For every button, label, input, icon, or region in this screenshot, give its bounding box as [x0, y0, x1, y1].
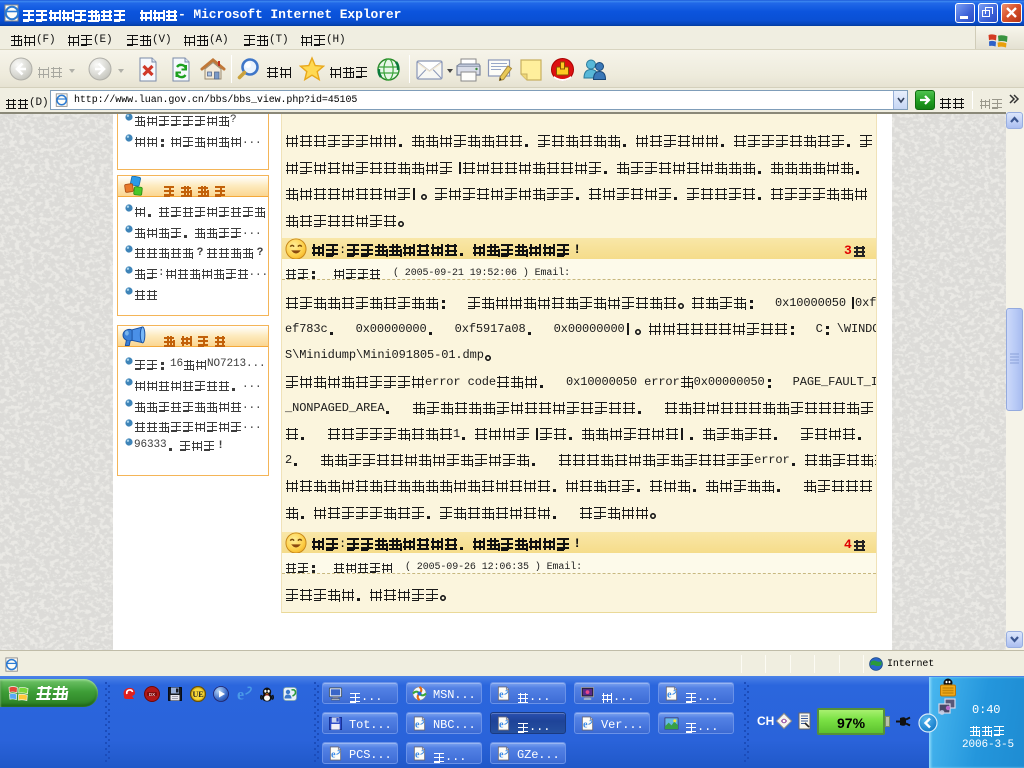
svg-text:e: e: [667, 690, 672, 701]
svg-text:e: e: [499, 720, 504, 731]
svg-text:e: e: [499, 750, 504, 761]
svg-text:e: e: [415, 750, 420, 761]
svg-text:e: e: [583, 720, 588, 731]
svg-text:e: e: [237, 687, 244, 703]
svg-text:e: e: [331, 750, 336, 761]
svg-text:DX: DX: [149, 692, 155, 697]
svg-text:e: e: [499, 690, 504, 701]
svg-text:e: e: [415, 720, 420, 731]
svg-text:UE: UE: [192, 690, 203, 699]
